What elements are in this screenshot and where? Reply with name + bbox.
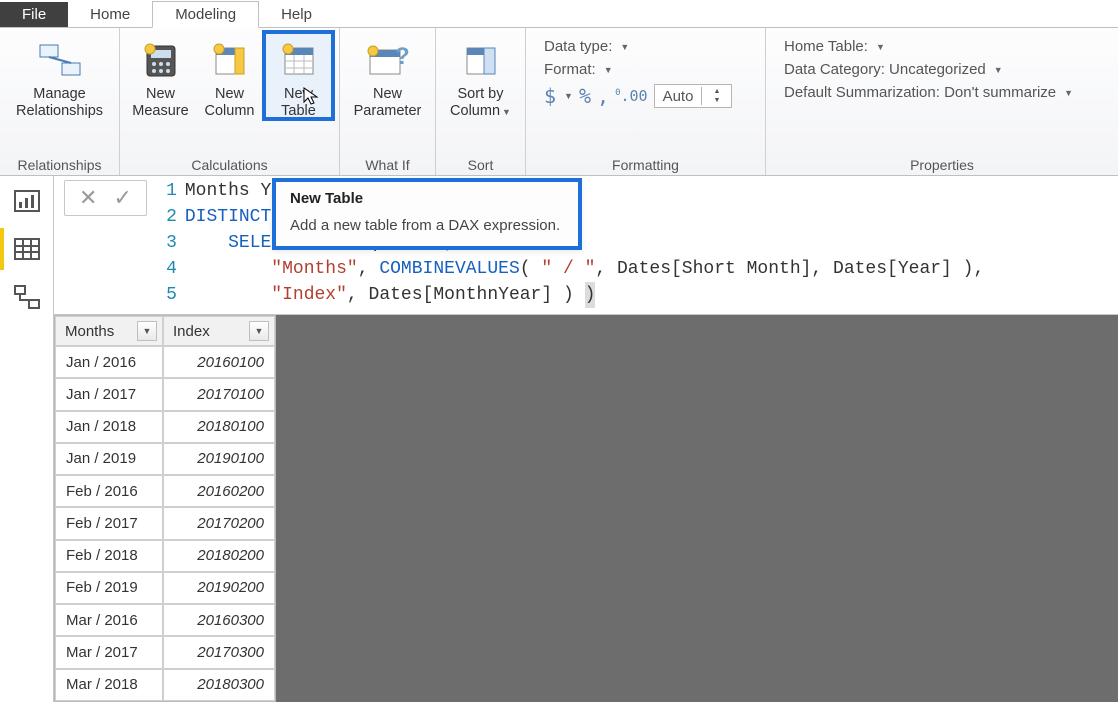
percent-format-button[interactable]: %: [579, 84, 591, 108]
data-type-dropdown[interactable]: Data type:▼: [544, 38, 747, 55]
group-relationships-label: Relationships: [6, 155, 113, 173]
cancel-formula-button[interactable]: ✕: [79, 185, 97, 211]
group-calculations-label: Calculations: [126, 155, 333, 173]
data-grid-area: Months▼ Index▼ Jan / 201620160100Jan / 2…: [54, 315, 1118, 702]
default-summarization-dropdown[interactable]: Default Summarization: Don't summarize▼: [784, 84, 1100, 101]
group-whatif-label: What If: [346, 155, 429, 173]
column-header-months[interactable]: Months▼: [55, 316, 163, 346]
cell-months: Mar / 2017: [55, 636, 163, 668]
currency-format-button[interactable]: $: [544, 84, 556, 108]
cell-months: Feb / 2019: [55, 572, 163, 604]
table-row[interactable]: Feb / 201820180200: [55, 540, 275, 572]
view-rail: [0, 176, 54, 702]
cell-index: 20160300: [163, 604, 275, 636]
group-formatting-label: Formatting: [532, 155, 759, 173]
cell-months: Mar / 2018: [55, 669, 163, 701]
cell-index: 20180100: [163, 411, 275, 443]
cell-index: 20180300: [163, 669, 275, 701]
table-row[interactable]: Mar / 201820180300: [55, 669, 275, 701]
cell-months: Feb / 2016: [55, 475, 163, 507]
new-measure-button[interactable]: New Measure: [126, 32, 195, 119]
data-view-button[interactable]: [12, 234, 42, 264]
svg-text:?: ?: [395, 43, 410, 70]
new-table-button[interactable]: New Table: [264, 32, 333, 119]
new-parameter-button[interactable]: ? New Parameter: [346, 32, 429, 119]
sort-icon: [459, 38, 503, 82]
table-row[interactable]: Mar / 201720170300: [55, 636, 275, 668]
tab-modeling[interactable]: Modeling: [152, 1, 259, 28]
table-row[interactable]: Jan / 201920190100: [55, 443, 275, 475]
format-dropdown[interactable]: Format:▼: [544, 61, 747, 78]
cell-months: Mar / 2016: [55, 604, 163, 636]
formula-bar-controls: ✕ ✓: [64, 180, 147, 216]
manage-relationships-label: Manage Relationships: [16, 86, 103, 119]
thousands-format-button[interactable]: ,: [597, 84, 609, 108]
cell-months: Feb / 2018: [55, 540, 163, 572]
group-properties-label: Properties: [772, 155, 1112, 173]
parameter-icon: ?: [366, 38, 410, 82]
filter-icon[interactable]: ▼: [249, 321, 269, 341]
new-measure-label: New Measure: [132, 86, 188, 119]
report-view-button[interactable]: [12, 186, 42, 216]
cell-index: 20170100: [163, 378, 275, 410]
column-icon: [208, 38, 252, 82]
cell-index: 20170200: [163, 507, 275, 539]
table-row[interactable]: Feb / 201920190200: [55, 572, 275, 604]
model-view-button[interactable]: [12, 282, 42, 312]
cell-months: Jan / 2017: [55, 378, 163, 410]
sort-by-column-label: Sort by Column▼: [450, 86, 511, 119]
table-row[interactable]: Feb / 201720170200: [55, 507, 275, 539]
relationships-icon: [38, 38, 82, 82]
table-row[interactable]: Jan / 201620160100: [55, 346, 275, 378]
cell-months: Jan / 2018: [55, 411, 163, 443]
filter-icon[interactable]: ▼: [137, 321, 157, 341]
table-row[interactable]: Feb / 201620160200: [55, 475, 275, 507]
data-category-dropdown[interactable]: Data Category: Uncategorized▼: [784, 61, 1100, 78]
data-grid[interactable]: Months▼ Index▼ Jan / 201620160100Jan / 2…: [54, 315, 276, 702]
new-column-button[interactable]: New Column: [195, 32, 264, 119]
measure-icon: [139, 38, 183, 82]
table-icon: [277, 38, 321, 82]
decimal-format-button[interactable]: 0.00: [615, 87, 648, 105]
cell-index: 20160200: [163, 475, 275, 507]
tab-file[interactable]: File: [0, 2, 68, 27]
sort-by-column-button[interactable]: Sort by Column▼: [442, 32, 519, 119]
group-sort-label: Sort: [442, 155, 519, 173]
tab-help[interactable]: Help: [259, 2, 334, 27]
column-header-index[interactable]: Index▼: [163, 316, 275, 346]
manage-relationships-button[interactable]: Manage Relationships: [6, 32, 113, 119]
cell-index: 20190100: [163, 443, 275, 475]
tab-home[interactable]: Home: [68, 2, 152, 27]
tooltip-title: New Table: [290, 190, 363, 207]
cursor-icon: [302, 86, 320, 106]
cell-months: Feb / 2017: [55, 507, 163, 539]
content-area: ✕ ✓ 1Months Year = 2DISTINCT( 3 SELECTCO…: [54, 176, 1118, 702]
new-table-tooltip: New Table Add a new table from a DAX exp…: [272, 178, 582, 250]
commit-formula-button[interactable]: ✓: [113, 185, 131, 211]
table-row[interactable]: Jan / 201720170100: [55, 378, 275, 410]
menu-tabs: File Home Modeling Help: [0, 0, 1118, 28]
table-row[interactable]: Mar / 201620160300: [55, 604, 275, 636]
cell-months: Jan / 2016: [55, 346, 163, 378]
cell-index: 20180200: [163, 540, 275, 572]
new-parameter-label: New Parameter: [354, 86, 422, 119]
tooltip-body: Add a new table from a DAX expression.: [290, 217, 564, 234]
decimal-places-input[interactable]: Auto▲▼: [654, 84, 733, 108]
cell-index: 20170300: [163, 636, 275, 668]
cell-months: Jan / 2019: [55, 443, 163, 475]
cell-index: 20190200: [163, 572, 275, 604]
table-row[interactable]: Jan / 201820180100: [55, 411, 275, 443]
cell-index: 20160100: [163, 346, 275, 378]
ribbon: Manage Relationships Relationships New M…: [0, 28, 1118, 176]
formula-bar: ✕ ✓ 1Months Year = 2DISTINCT( 3 SELECTCO…: [54, 176, 1118, 315]
new-column-label: New Column: [205, 86, 255, 119]
home-table-dropdown[interactable]: Home Table:▼: [784, 38, 1100, 55]
